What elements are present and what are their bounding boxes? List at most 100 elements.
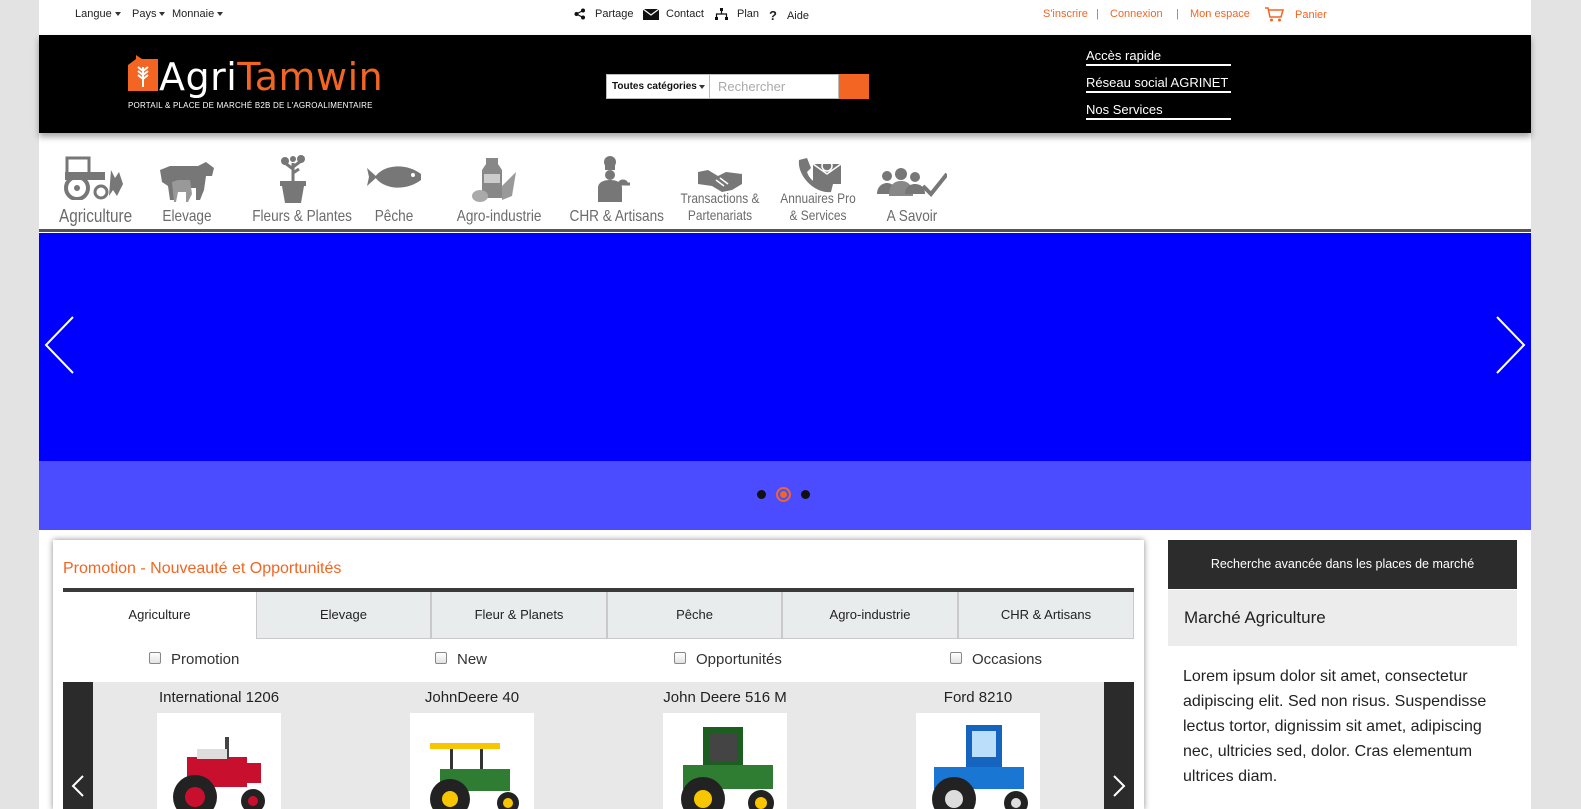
- cart-link[interactable]: Panier: [1265, 7, 1327, 22]
- promo-panel: Promotion - Nouveauté et Opportunités Ag…: [53, 540, 1144, 809]
- filter-new[interactable]: New: [435, 651, 487, 668]
- category-agriculture[interactable]: Agriculture: [53, 150, 133, 226]
- chevron-left-icon: [71, 775, 84, 797]
- services-link[interactable]: Nos Services: [1086, 102, 1231, 120]
- product-image-blue-tractor: [916, 713, 1040, 809]
- category-chr-artisans[interactable]: CHR & Artisans: [562, 150, 664, 225]
- filter-opportunites[interactable]: Opportunités: [674, 651, 782, 668]
- product-card[interactable]: International 1206: [139, 682, 299, 809]
- help-label: Aide: [786, 9, 809, 22]
- language-dropdown[interactable]: Langue: [75, 8, 121, 20]
- filter-occasions[interactable]: Occasions: [950, 651, 1042, 668]
- tab-elevage[interactable]: Elevage: [256, 592, 431, 639]
- product-card[interactable]: John Deere 516 M: [645, 682, 805, 809]
- tab-chr-artisans[interactable]: CHR & Artisans: [958, 592, 1134, 639]
- promo-tabs: Agriculture Elevage Fleur & Planets Pêch…: [63, 588, 1134, 639]
- quick-access-link[interactable]: Accès rapide: [1086, 48, 1231, 66]
- category-label: Annuaires Pro: [780, 190, 856, 206]
- search-category-select[interactable]: Toutes catégories: [606, 74, 710, 99]
- search-input[interactable]: [710, 74, 839, 99]
- product-card[interactable]: JohnDeere 40: [392, 682, 552, 809]
- advanced-search-heading[interactable]: Recherche avancée dans les places de mar…: [1168, 540, 1517, 589]
- top-utility-bar: Langue Pays Monnaie Partage Contact Plan…: [39, 0, 1531, 34]
- market-title[interactable]: Marché Agriculture: [1168, 590, 1517, 646]
- search-category-label: Toutes catégories: [612, 81, 697, 92]
- chevron-down-icon: [699, 85, 705, 89]
- language-label: Langue: [75, 8, 112, 20]
- product-image-red-tractor: [157, 713, 281, 809]
- carousel-prev-button[interactable]: [63, 682, 93, 809]
- potted-plant-icon: [280, 155, 306, 203]
- carousel-next-button[interactable]: [1104, 682, 1134, 809]
- promo-title: Promotion - Nouveauté et Opportunités: [63, 560, 342, 577]
- separator: |: [1176, 8, 1179, 20]
- product-carousel: International 1206 JohnDeere 40 John Dee…: [63, 682, 1134, 809]
- checkbox[interactable]: [149, 651, 161, 664]
- country-dropdown[interactable]: Pays: [132, 8, 166, 20]
- help-link[interactable]: ? Aide: [769, 8, 809, 23]
- category-a-savoir[interactable]: A Savoir: [875, 150, 949, 225]
- login-link[interactable]: Connexion: [1110, 8, 1163, 20]
- milk-carton-icon: [472, 158, 516, 202]
- checkbox[interactable]: [950, 651, 962, 664]
- country-label: Pays: [132, 8, 157, 20]
- chevron-right-icon: [1113, 775, 1126, 797]
- filter-label: Opportunités: [696, 651, 782, 668]
- slider-dot[interactable]: [801, 490, 810, 499]
- tab-fleur-planets[interactable]: Fleur & Planets: [431, 592, 607, 639]
- logo-tamwin: Tamwin: [237, 55, 384, 99]
- slider-prev-button[interactable]: [43, 315, 75, 375]
- tab-peche[interactable]: Pêche: [607, 592, 782, 639]
- my-space-link[interactable]: Mon espace: [1190, 8, 1250, 20]
- category-annuaires[interactable]: Annuaires Pro & Services: [772, 150, 864, 223]
- product-name: JohnDeere 40: [424, 689, 520, 706]
- share-label: Partage: [595, 8, 634, 20]
- filter-label: Promotion: [171, 651, 240, 668]
- currency-dropdown[interactable]: Monnaie: [172, 8, 224, 20]
- slider-next-button[interactable]: [1495, 315, 1527, 375]
- slider-pagination: [752, 487, 815, 502]
- currency-label: Monnaie: [172, 8, 215, 20]
- category-elevage[interactable]: Elevage: [154, 150, 220, 225]
- checkbox[interactable]: [674, 651, 686, 664]
- contact-link[interactable]: Contact: [643, 8, 704, 20]
- slider-dot[interactable]: [757, 490, 766, 499]
- category-label: Elevage: [162, 208, 212, 225]
- checkbox[interactable]: [435, 651, 447, 664]
- chef-icon: [598, 156, 630, 202]
- product-image-green-tractor: [410, 713, 534, 809]
- category-label: Transactions &: [680, 190, 760, 206]
- logo-wordmark[interactable]: AgriTamwin: [159, 57, 383, 97]
- share-link[interactable]: Partage: [574, 8, 634, 20]
- category-transactions[interactable]: Transactions & Partenariats: [672, 150, 768, 223]
- page: Langue Pays Monnaie Partage Contact Plan…: [39, 0, 1531, 809]
- tab-agriculture[interactable]: Agriculture: [63, 592, 256, 639]
- category-label: Partenariats: [687, 207, 753, 223]
- category-fleurs-plantes[interactable]: Fleurs & Plantes: [245, 150, 352, 225]
- contact-label: Contact: [666, 8, 704, 20]
- sitemap-icon: [715, 8, 728, 20]
- chevron-down-icon: [217, 12, 224, 17]
- agrinet-link[interactable]: Réseau social AGRINET: [1086, 75, 1231, 93]
- category-label: CHR & Artisans: [569, 208, 664, 225]
- filter-promotion[interactable]: Promotion: [149, 651, 239, 668]
- category-peche[interactable]: Pêche: [364, 150, 424, 225]
- search-button[interactable]: [839, 74, 869, 99]
- search-bar: Toutes catégories: [606, 74, 869, 99]
- tractor-icon: [64, 156, 123, 200]
- category-agro-industrie[interactable]: Agro-industrie: [450, 150, 541, 225]
- header: AgriTamwin PORTAIL & PLACE DE MARCHÉ B2B…: [39, 35, 1531, 133]
- hero-slider: [39, 233, 1531, 530]
- category-label: Agriculture: [59, 206, 133, 226]
- signup-link[interactable]: S'inscrire: [1043, 8, 1088, 20]
- wheat-logo-icon[interactable]: [128, 55, 158, 91]
- product-card[interactable]: Ford 8210: [898, 682, 1058, 809]
- product-name: John Deere 516 M: [663, 689, 787, 706]
- advanced-search-panel: Recherche avancée dans les places de mar…: [1168, 540, 1517, 809]
- plan-link[interactable]: Plan: [715, 8, 759, 20]
- cart-icon: [1265, 7, 1284, 22]
- category-nav: Agriculture Elevage Fleurs & Plantes Pêc…: [39, 150, 1531, 232]
- category-label: Fleurs & Plantes: [252, 208, 352, 225]
- tab-agro-industrie[interactable]: Agro-industrie: [782, 592, 958, 639]
- slider-dot-active[interactable]: [776, 487, 791, 502]
